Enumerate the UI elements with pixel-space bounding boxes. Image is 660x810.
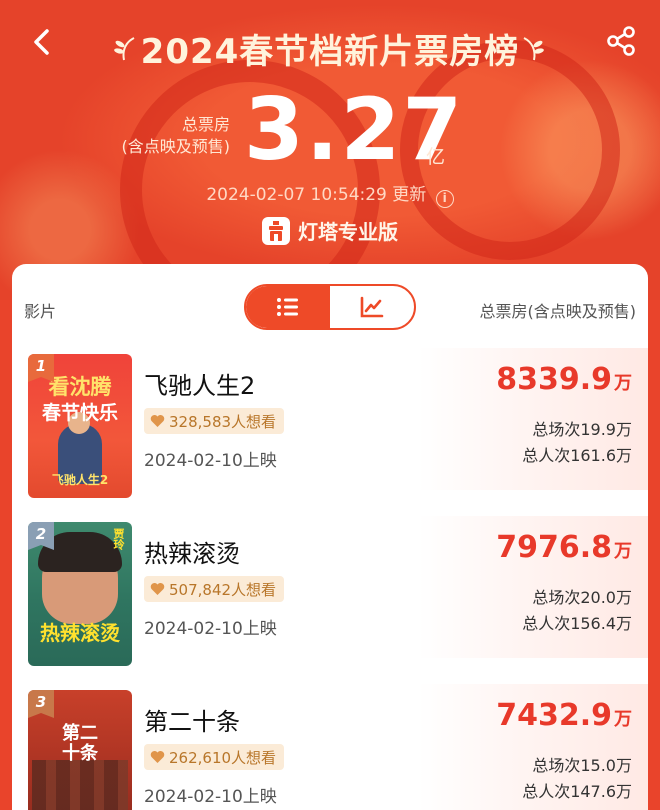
share-button[interactable] (600, 20, 642, 62)
gross-value: 7432.9 万 (496, 698, 632, 733)
trend-chart-icon (360, 296, 384, 318)
info-icon[interactable]: i (435, 190, 454, 208)
total-shows: 总场次15.0万 (532, 756, 632, 775)
total-admissions: 总人次147.6万 (522, 782, 632, 801)
release-date: 2024-02-10上映 (144, 787, 277, 807)
want-count: 262,610人想看 (169, 748, 277, 767)
rank-badge: 3 (28, 690, 54, 718)
lighthouse-logo-icon (262, 216, 290, 245)
movie-poster: 看沈腾 春节快乐 飞驰人生2 1 (28, 354, 132, 498)
total-admissions: 总人次156.4万 (522, 614, 632, 633)
header-banner: 2024春节档新片票房榜 总票房 (含点映及预售) 3.27 亿 2024-02… (0, 0, 660, 300)
heart-icon (150, 415, 165, 427)
poster-line2: 十条 (62, 743, 98, 764)
trend-view-tab[interactable] (330, 286, 414, 328)
column-header-gross: 总票房(含点映及预售) (479, 302, 637, 321)
poster-line1: 热辣滚烫 (40, 621, 120, 645)
total-admissions: 总人次161.6万 (522, 446, 632, 465)
poster-caption: 贾玲 (112, 528, 125, 550)
want-to-see-badge: 328,583人想看 (144, 408, 285, 434)
brand-badge: 灯塔专业版 (262, 216, 398, 245)
total-gross-label: 总票房 (含点映及预售) (120, 114, 231, 158)
wheat-right-icon (523, 37, 544, 61)
update-suffix: 更新 (392, 185, 427, 205)
movie-title: 热辣滚烫 (144, 540, 240, 568)
gross-unit: 万 (614, 709, 632, 730)
update-time: 2024-02-07 10:54:29 (206, 185, 387, 205)
column-header-movie: 影片 (24, 302, 57, 321)
page-title: 2024春节档新片票房榜 (140, 32, 520, 72)
movie-poster: 热辣滚烫 贾玲 2 (28, 522, 132, 666)
total-label-line2: (含点映及预售) (121, 137, 231, 156)
total-shows: 总场次19.9万 (532, 420, 632, 439)
share-icon (607, 26, 635, 56)
ranking-card: 影片 总票房(含点映及预售) 看沈腾 春节快乐 飞驰人生2 1 飞驰人生2 32… (12, 264, 648, 810)
gross-value: 7976.8 万 (496, 530, 632, 565)
gross-amount: 8339.9 (496, 362, 612, 397)
update-time-row: 2024-02-07 10:54:29 更新 i (0, 180, 660, 208)
movie-poster: 第二 十条 3 (28, 690, 132, 810)
list-icon (277, 298, 298, 316)
gross-amount: 7976.8 (496, 530, 612, 565)
want-to-see-badge: 507,842人想看 (144, 576, 285, 602)
poster-line2: 春节快乐 (41, 402, 118, 424)
rank-badge: 2 (28, 522, 54, 550)
total-label-line1: 总票房 (181, 115, 230, 134)
list-view-tab[interactable] (246, 286, 330, 328)
total-shows: 总场次20.0万 (532, 588, 632, 607)
want-count: 507,842人想看 (169, 580, 277, 599)
gross-unit: 万 (614, 541, 632, 562)
gross-amount: 7432.9 (496, 698, 612, 733)
view-toggle (244, 284, 416, 330)
poster-line1: 第二 (62, 723, 98, 744)
total-gross-unit: 亿 (426, 146, 446, 168)
movie-title: 第二十条 (144, 708, 240, 736)
brand-name: 灯塔专业版 (298, 220, 398, 244)
gross-unit: 万 (614, 373, 632, 394)
poster-caption: 飞驰人生2 (51, 473, 109, 487)
release-date: 2024-02-10上映 (144, 451, 277, 471)
movie-title: 飞驰人生2 (144, 372, 256, 400)
heart-icon (150, 583, 165, 595)
gross-value: 8339.9 万 (496, 362, 632, 397)
release-date: 2024-02-10上映 (144, 619, 277, 639)
want-count: 328,583人想看 (169, 412, 277, 431)
poster-crowd (32, 760, 128, 810)
want-to-see-badge: 262,610人想看 (144, 744, 285, 770)
movie-row[interactable]: 第二 十条 3 第二十条 262,610人想看 2024-02-10上映 743… (12, 678, 648, 810)
heart-icon (150, 751, 165, 763)
movie-row[interactable]: 看沈腾 春节快乐 飞驰人生2 1 飞驰人生2 328,583人想看 2024-0… (12, 342, 648, 498)
movie-row[interactable]: 热辣滚烫 贾玲 2 热辣滚烫 507,842人想看 2024-02-10上映 7… (12, 510, 648, 666)
